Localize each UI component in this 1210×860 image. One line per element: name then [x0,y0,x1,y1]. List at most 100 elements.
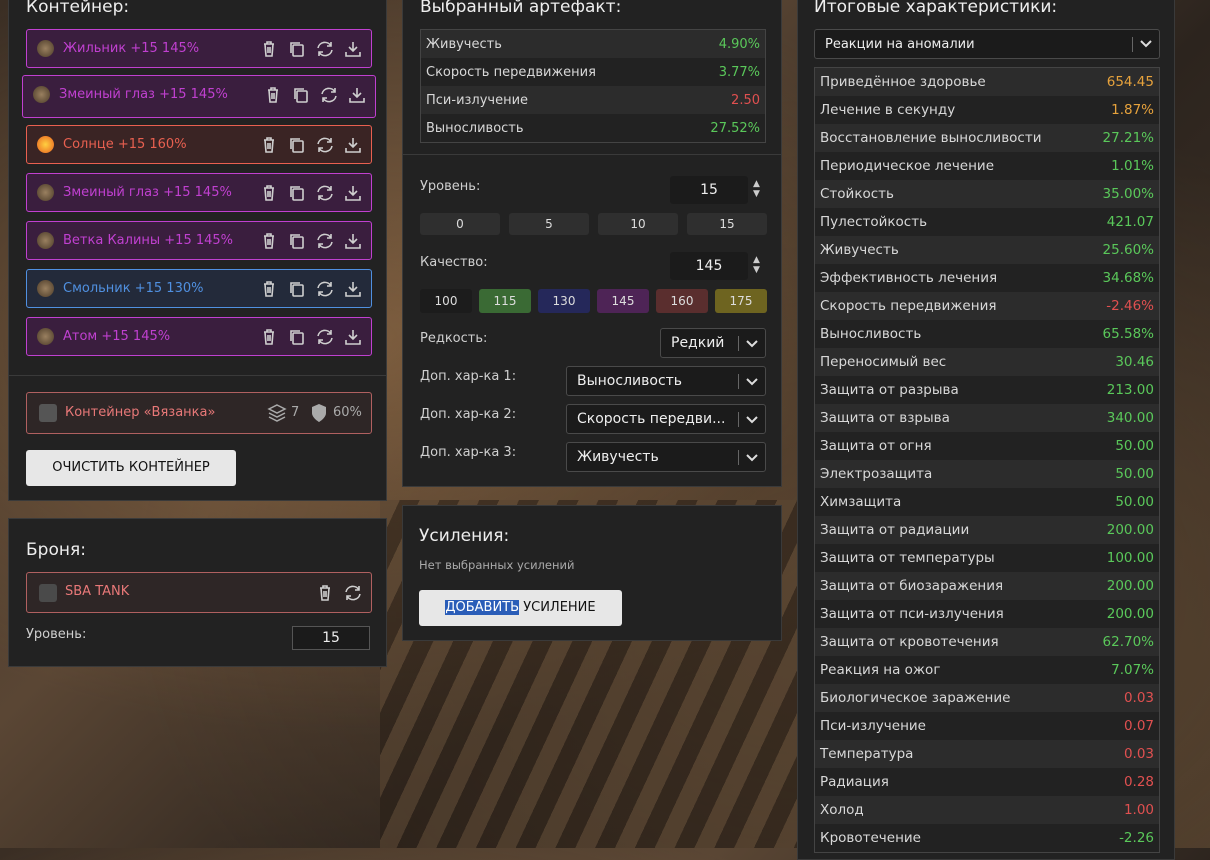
armor-level-input[interactable]: 15 [292,626,370,650]
stat-row: Выносливость 27.52% [421,114,765,142]
replace-icon[interactable] [315,328,335,346]
total-value: 65.58% [1102,326,1154,342]
divider [403,154,781,155]
total-label: Лечение в секунду [820,102,956,118]
level-preset-button[interactable]: 15 [687,213,767,235]
add-boost-button[interactable]: ДОБАВИТЬ УСИЛЕНИЕ [419,590,622,626]
copy-icon[interactable] [287,232,307,250]
quality-preset-button[interactable]: 115 [479,289,531,313]
container-title: Контейнер: [26,0,130,17]
container-item[interactable]: Контейнер «Вязанка» 7 60% [26,392,372,434]
quality-label: Качество: [420,255,488,270]
artifact-name: Атом +15 145% [63,329,171,344]
level-stepper[interactable]: ▲ ▼ [753,179,760,199]
total-value: 50.00 [1115,466,1154,482]
artifact-row[interactable]: Жильник +15 145% [26,29,372,68]
artifact-row[interactable]: Змеиный глаз +15 145% [26,173,372,212]
level-input[interactable]: 15 [670,176,748,204]
armor-name: SBA TANK [65,584,130,599]
stat-value: 2.50 [731,92,760,108]
total-label: Защита от огня [820,438,932,454]
copy-icon[interactable] [291,86,311,104]
total-row: Периодическое лечение 1.01% [815,152,1159,180]
chevron-down-icon [1140,38,1152,48]
download-icon[interactable] [343,232,363,250]
clear-container-button[interactable]: ОЧИСТИТЬ КОНТЕЙНЕР [26,450,236,486]
trash-icon[interactable] [259,184,279,202]
stat-row: Живучесть 4.90% [421,30,765,58]
container-name: Контейнер «Вязанка» [65,405,216,420]
armor-icon [39,584,57,602]
total-value: 27.21% [1102,130,1154,146]
total-value: 50.00 [1115,494,1154,510]
download-icon[interactable] [343,136,363,154]
download-icon[interactable] [343,40,363,58]
trash-icon[interactable] [259,40,279,58]
total-value: -2.46% [1106,298,1154,314]
download-icon[interactable] [343,328,363,346]
artifact-row[interactable]: Ветка Калины +15 145% [26,221,372,260]
copy-icon[interactable] [287,328,307,346]
replace-icon[interactable] [343,584,363,602]
extra2-select[interactable]: Скорость передви... [566,404,766,434]
download-icon[interactable] [343,280,363,298]
chevron-down-icon [746,375,758,386]
replace-icon[interactable] [319,86,339,104]
copy-icon[interactable] [287,280,307,298]
trash-icon[interactable] [315,584,335,602]
boosts-panel: Усиления: Нет выбранных усилений ДОБАВИТ… [402,505,782,641]
copy-icon[interactable] [287,136,307,154]
trash-icon[interactable] [263,86,283,104]
replace-icon[interactable] [315,184,335,202]
extra1-select[interactable]: Выносливость [566,366,766,396]
copy-icon[interactable] [287,40,307,58]
artifact-row[interactable]: Солнце +15 160% [26,125,372,164]
replace-icon[interactable] [315,40,335,58]
trash-icon[interactable] [259,328,279,346]
quality-preset-button[interactable]: 145 [597,289,649,313]
artifact-name: Змеиный глаз +15 145% [63,185,232,200]
artifact-panel: Выбранный артефакт: Живучесть 4.90% Скорос… [402,0,782,487]
artifact-icon [37,136,54,153]
quality-preset-button[interactable]: 130 [538,289,590,313]
add-boost-label: УСИЛЕНИЕ [519,600,596,615]
container-panel: Контейнер: Жильник +15 145% Змеиный глаз … [8,0,387,501]
quality-input[interactable]: 145 [670,252,748,280]
total-value: 35.00% [1102,186,1154,202]
artifact-stats: Живучесть 4.90% Скорость передвижения 3.77%… [420,29,766,143]
trash-icon[interactable] [259,232,279,250]
artifact-row[interactable]: Атом +15 145% [26,317,372,356]
trash-icon[interactable] [259,280,279,298]
total-label: Приведённое здоровье [820,74,986,90]
trash-icon[interactable] [259,136,279,154]
total-value: 7.07% [1111,662,1154,678]
replace-icon[interactable] [315,280,335,298]
total-row: Реакция на ожог 7.07% [815,656,1159,684]
artifact-icon [37,184,54,201]
total-value: 340.00 [1106,410,1154,426]
rarity-value: Редкий [671,335,725,351]
level-preset-button[interactable]: 0 [420,213,500,235]
quality-preset-button[interactable]: 175 [715,289,767,313]
total-label: Температура [820,746,914,762]
extra3-select[interactable]: Живучесть [566,442,766,472]
artifact-icon [37,280,54,297]
quality-preset-button[interactable]: 160 [656,289,708,313]
quality-preset-button[interactable]: 100 [420,289,472,313]
totals-filter-select[interactable]: Реакции на аномалии [814,29,1160,59]
copy-icon[interactable] [287,184,307,202]
download-icon[interactable] [343,184,363,202]
level-preset-button[interactable]: 10 [598,213,678,235]
artifact-row[interactable]: Смольник +15 130% [26,269,372,308]
replace-icon[interactable] [315,136,335,154]
separator [1132,37,1133,52]
armor-item[interactable]: SBA TANK [26,572,372,613]
replace-icon[interactable] [315,232,335,250]
extra2-label: Доп. хар-ка 2: [420,407,517,422]
quality-stepper[interactable]: ▲ ▼ [753,255,760,275]
rarity-select[interactable]: Редкий [660,328,766,358]
artifact-row[interactable]: Змеиный глаз +15 145% [22,75,376,118]
boosts-empty-text: Нет выбранных усилений [419,558,575,572]
level-preset-button[interactable]: 5 [509,213,589,235]
download-icon[interactable] [347,86,367,104]
